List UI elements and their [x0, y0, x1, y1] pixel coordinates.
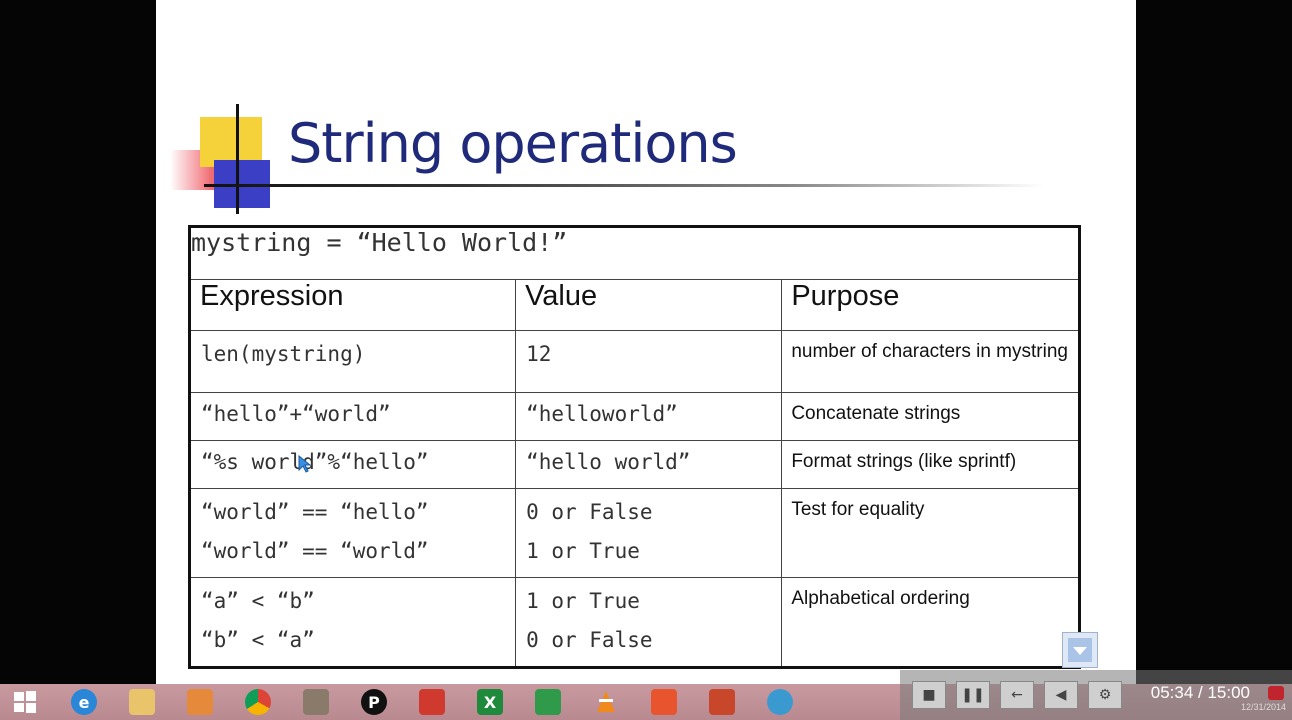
- value-cell: 12: [515, 330, 783, 393]
- header-purpose: Purpose: [781, 279, 1080, 331]
- purpose-cell: Test for equality: [781, 488, 1080, 578]
- value-cell: “helloworld”: [515, 392, 783, 441]
- expression-cell: “hello”+“world”: [188, 392, 517, 441]
- slide-title: String operations: [288, 112, 738, 175]
- purpose-cell: number of characters in mystring: [781, 330, 1080, 393]
- paint-icon[interactable]: [180, 687, 220, 717]
- volume-icon[interactable]: ◀: [1044, 681, 1078, 709]
- value-text: 0 or False: [526, 500, 653, 524]
- expression-text: “a” < “b”: [201, 589, 315, 613]
- value-text: “helloworld”: [526, 402, 678, 426]
- expression-cell: len(mystring): [188, 330, 517, 393]
- internet-explorer-icon[interactable]: e: [64, 687, 104, 717]
- expression-cell: “a” < “b” “b” < “a”: [188, 577, 517, 668]
- left-letterbox: [0, 0, 156, 684]
- stop-icon[interactable]: ■: [912, 681, 946, 709]
- table-row: “world” == “hello” “world” == “world” 0 …: [188, 488, 1080, 578]
- settings-icon[interactable]: ⚙: [1088, 681, 1122, 709]
- powerpoint-red-icon[interactable]: [412, 687, 452, 717]
- windows-start-icon[interactable]: [4, 687, 46, 717]
- purpose-cell: Format strings (like sprintf): [781, 440, 1080, 489]
- header-value: Value: [515, 279, 783, 331]
- playback-time: 05:34 / 15:00: [1150, 683, 1250, 702]
- excel-icon[interactable]: X: [470, 687, 510, 717]
- table-row: “hello”+“world” “helloworld” Concatenate…: [188, 392, 1080, 441]
- expression-text: “world” == “world”: [201, 539, 429, 563]
- value-cell: “hello world”: [515, 440, 783, 489]
- record-indicator-icon: [1268, 686, 1284, 700]
- presentation-slide: String operations mystring = “Hello Worl…: [156, 0, 1136, 684]
- back-icon[interactable]: ←: [1000, 681, 1034, 709]
- right-letterbox: [1136, 0, 1292, 684]
- purpose-cell: Alphabetical ordering: [781, 577, 1080, 668]
- expression-text: “b” < “a”: [201, 628, 315, 652]
- video-player-controls: ■ ❚❚ ← ◀ ⚙ 05:34 / 15:00 12/31/2014: [900, 670, 1292, 720]
- purpose-cell: Concatenate strings: [781, 392, 1080, 441]
- pdf-reader-icon[interactable]: P: [354, 687, 394, 717]
- title-underline: [204, 184, 1044, 187]
- media-player-icon[interactable]: [296, 687, 336, 717]
- office-red-icon[interactable]: [644, 687, 684, 717]
- table-row: “%s world”%“hello” “hello world” Format …: [188, 440, 1080, 489]
- powerpoint-icon[interactable]: [702, 687, 742, 717]
- clock-date: 12/31/2014: [1240, 702, 1286, 712]
- title-decoration-vertical-line: [236, 104, 239, 214]
- value-text: 1 or True: [526, 589, 640, 613]
- value-cell: 0 or False 1 or True: [515, 488, 783, 578]
- scroll-down-button[interactable]: [1062, 632, 1098, 668]
- table-row: len(mystring) 12 number of characters in…: [188, 330, 1080, 393]
- table-row: “a” < “b” “b” < “a” 1 or True 0 or False…: [188, 577, 1080, 668]
- expression-text: len(mystring): [201, 342, 366, 366]
- arrow-down-icon: [1068, 638, 1092, 662]
- screen-recorder-icon[interactable]: [760, 687, 800, 717]
- vlc-icon[interactable]: [586, 687, 626, 717]
- expression-text: “world” == “hello”: [201, 500, 429, 524]
- expression-cell: “%s world”%“hello”: [188, 440, 517, 489]
- value-text: 0 or False: [526, 628, 653, 652]
- string-operations-table: mystring = “Hello World!” Expression Val…: [188, 225, 1081, 669]
- header-expression: Expression: [188, 279, 517, 331]
- value-text: “hello world”: [526, 450, 691, 474]
- mouse-cursor-icon: [298, 455, 312, 473]
- declaration-cell: mystring = “Hello World!”: [189, 226, 1080, 280]
- value-cell: 1 or True 0 or False: [515, 577, 783, 668]
- pause-icon[interactable]: ❚❚: [956, 681, 990, 709]
- value-text: 12: [526, 342, 552, 366]
- expression-text: “%s world”%“hello”: [201, 450, 429, 474]
- value-text: 1 or True: [526, 539, 640, 563]
- chrome-icon[interactable]: [238, 687, 278, 717]
- publisher-icon[interactable]: [528, 687, 568, 717]
- expression-text: “hello”+“world”: [201, 402, 391, 426]
- file-explorer-icon[interactable]: [122, 687, 162, 717]
- expression-cell: “world” == “hello” “world” == “world”: [188, 488, 517, 578]
